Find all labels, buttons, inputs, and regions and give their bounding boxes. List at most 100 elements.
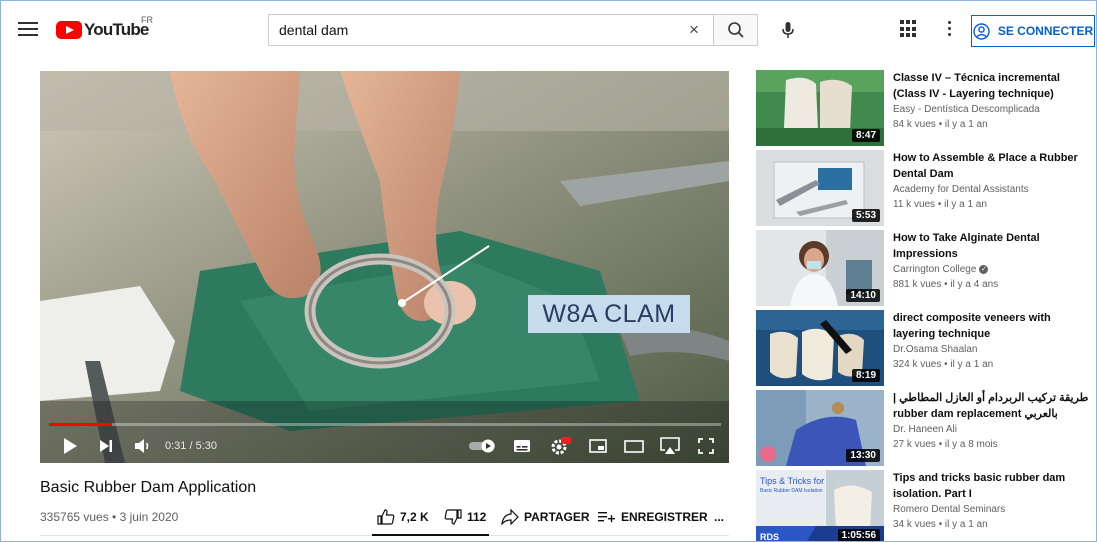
youtube-watch-page: YouTube FR × SE CONNECTER [0,0,1097,542]
fullscreen-icon [698,438,714,454]
more-vert-icon[interactable] [944,21,954,39]
channel-name[interactable]: Easy - Dentística Descomplicada [893,104,1040,115]
volume-button[interactable] [132,435,154,457]
settings-icon [551,437,571,455]
video-duration: 5:53 [851,209,880,222]
autoplay-toggle[interactable] [468,435,498,457]
video-stats: 27 k vues • il y a 8 mois [893,439,998,450]
region-code: FR [141,15,153,25]
search-box: × [268,14,758,46]
channel-name-text: Dr. Haneen Ali [893,424,957,435]
like-icon [377,509,395,525]
video-stats: 11 k vues • il y a 1 an [893,199,987,210]
dislike-icon [444,509,462,525]
volume-icon [135,439,149,453]
channel-name[interactable]: Romero Dental Seminars [893,504,1005,515]
video-frame [40,71,729,463]
next-icon [100,440,112,452]
logo-text: YouTube [84,20,149,39]
voice-search-button[interactable] [773,15,803,45]
recommendation-title[interactable]: Classe IV – Técnica incremental (Class I… [893,70,1093,102]
search-input[interactable] [269,15,675,45]
video-stats: 324 k vues • il y a 1 an [893,359,994,370]
theater-mode-button[interactable] [623,435,645,457]
channel-name-text: Romero Dental Seminars [893,504,1006,515]
recommendation-title[interactable]: How to Assemble & Place a Rubber Dental … [893,150,1093,182]
channel-name-text: Easy - Dentística Descomplicada [893,104,1040,115]
like-button[interactable]: 7,2 K [377,507,429,527]
thumbnail[interactable]: 14:10 [756,230,884,306]
overlay-label: W8A CLAM [528,295,690,333]
miniplayer-icon [589,439,607,453]
recommendation-title[interactable]: | طريقة تركيب الربردام أو العازل المطاطي… [893,390,1093,422]
thumbnail[interactable]: Tips & Tricks for Basic Rubber DAM Isola… [756,470,884,541]
save-label: ENREGISTRER [621,510,708,524]
player-controls: 0:31 / 5:30 [40,429,729,463]
recommendation-title[interactable]: How to Take Alginate Dental Impressions [893,230,1093,262]
more-actions-label: ... [714,510,725,524]
play-button[interactable] [60,435,80,457]
video-stats: 34 k vues • il y a 1 an [893,519,988,530]
video-duration: 8:47 [851,129,880,142]
youtube-logo-icon [56,21,82,39]
airplay-button[interactable] [659,435,681,457]
recommendation-item[interactable]: 13:30 | طريقة تركيب الربردام أو العازل ا… [756,390,1096,466]
recommendation-item[interactable]: 5:53 How to Assemble & Place a Rubber De… [756,150,1096,226]
recommendation-item[interactable]: 8:19 direct composite veneers with layer… [756,310,1096,386]
autoplay-toggle-icon [469,439,495,453]
verified-badge-icon: ✓ [979,264,989,274]
recommendation-title[interactable]: direct composite veneers with layering t… [893,310,1093,342]
share-button[interactable]: PARTAGER [501,507,590,527]
play-icon [64,438,77,454]
video-duration: 14:10 [846,289,880,302]
more-actions-button[interactable]: ... [714,507,724,527]
channel-name-text: Carrington College [893,264,977,275]
subtitles-icon [514,440,530,452]
save-button[interactable]: ENREGISTRER [598,507,708,527]
video-title: Basic Rubber Dam Application [40,479,257,496]
subtitles-button[interactable] [512,435,532,457]
progress-fill [49,423,113,426]
recommendation-item[interactable]: Tips & Tricks for Basic Rubber DAM Isola… [756,470,1096,541]
sign-in-button[interactable]: SE CONNECTER [971,15,1095,47]
thumbnail[interactable]: 13:30 [756,390,884,466]
thumbnail[interactable]: 8:47 [756,70,884,146]
youtube-logo[interactable]: YouTube [56,20,149,40]
recommendation-item[interactable]: 14:10 How to Take Alginate Dental Impres… [756,230,1096,306]
thumbnail[interactable]: 8:19 [756,310,884,386]
thumb-tips-subtitle: Basic Rubber DAM Isolation [760,488,823,494]
account-icon [973,22,990,40]
video-duration: 8:19 [851,369,880,382]
total-duration: 5:30 [195,440,218,452]
dislike-button[interactable]: 112 [444,507,486,527]
recommendation-title[interactable]: Tips and tricks basic rubber dam isolati… [893,470,1093,502]
apps-grid-icon[interactable] [900,20,918,38]
progress-bar[interactable] [49,423,721,426]
theater-icon [624,439,644,453]
video-stats: 84 k vues • il y a 1 an [893,119,988,130]
video-duration: 13:30 [846,449,880,462]
miniplayer-button[interactable] [588,435,608,457]
top-bar: YouTube FR × SE CONNECTER [1,1,1096,57]
thumbnail[interactable]: 5:53 [756,150,884,226]
share-label: PARTAGER [524,510,590,524]
sign-in-label: SE CONNECTER [997,24,1094,38]
search-icon [727,22,744,38]
mic-icon [782,22,794,38]
channel-name[interactable]: Carrington College ✓ [893,264,989,275]
channel-name[interactable]: Academy for Dental Assistants [893,184,1029,195]
fullscreen-button[interactable] [696,435,716,457]
channel-name[interactable]: Dr.Osama Shaalan [893,344,978,355]
current-time: 0:31 [165,440,187,452]
settings-button[interactable] [550,435,572,457]
clear-icon[interactable]: × [675,15,713,45]
video-player[interactable]: W8A CLAM 0:31 / 5:30 [40,71,729,463]
search-button[interactable] [713,15,757,45]
channel-name[interactable]: Dr. Haneen Ali [893,424,957,435]
menu-icon[interactable] [16,19,40,41]
video-meta: 335765 vues • 3 juin 2020 [40,510,179,524]
like-count: 7,2 K [400,510,429,524]
dislike-count: 112 [467,510,487,524]
next-button[interactable] [96,435,116,457]
recommendation-item[interactable]: 8:47 Classe IV – Técnica incremental (Cl… [756,70,1096,146]
